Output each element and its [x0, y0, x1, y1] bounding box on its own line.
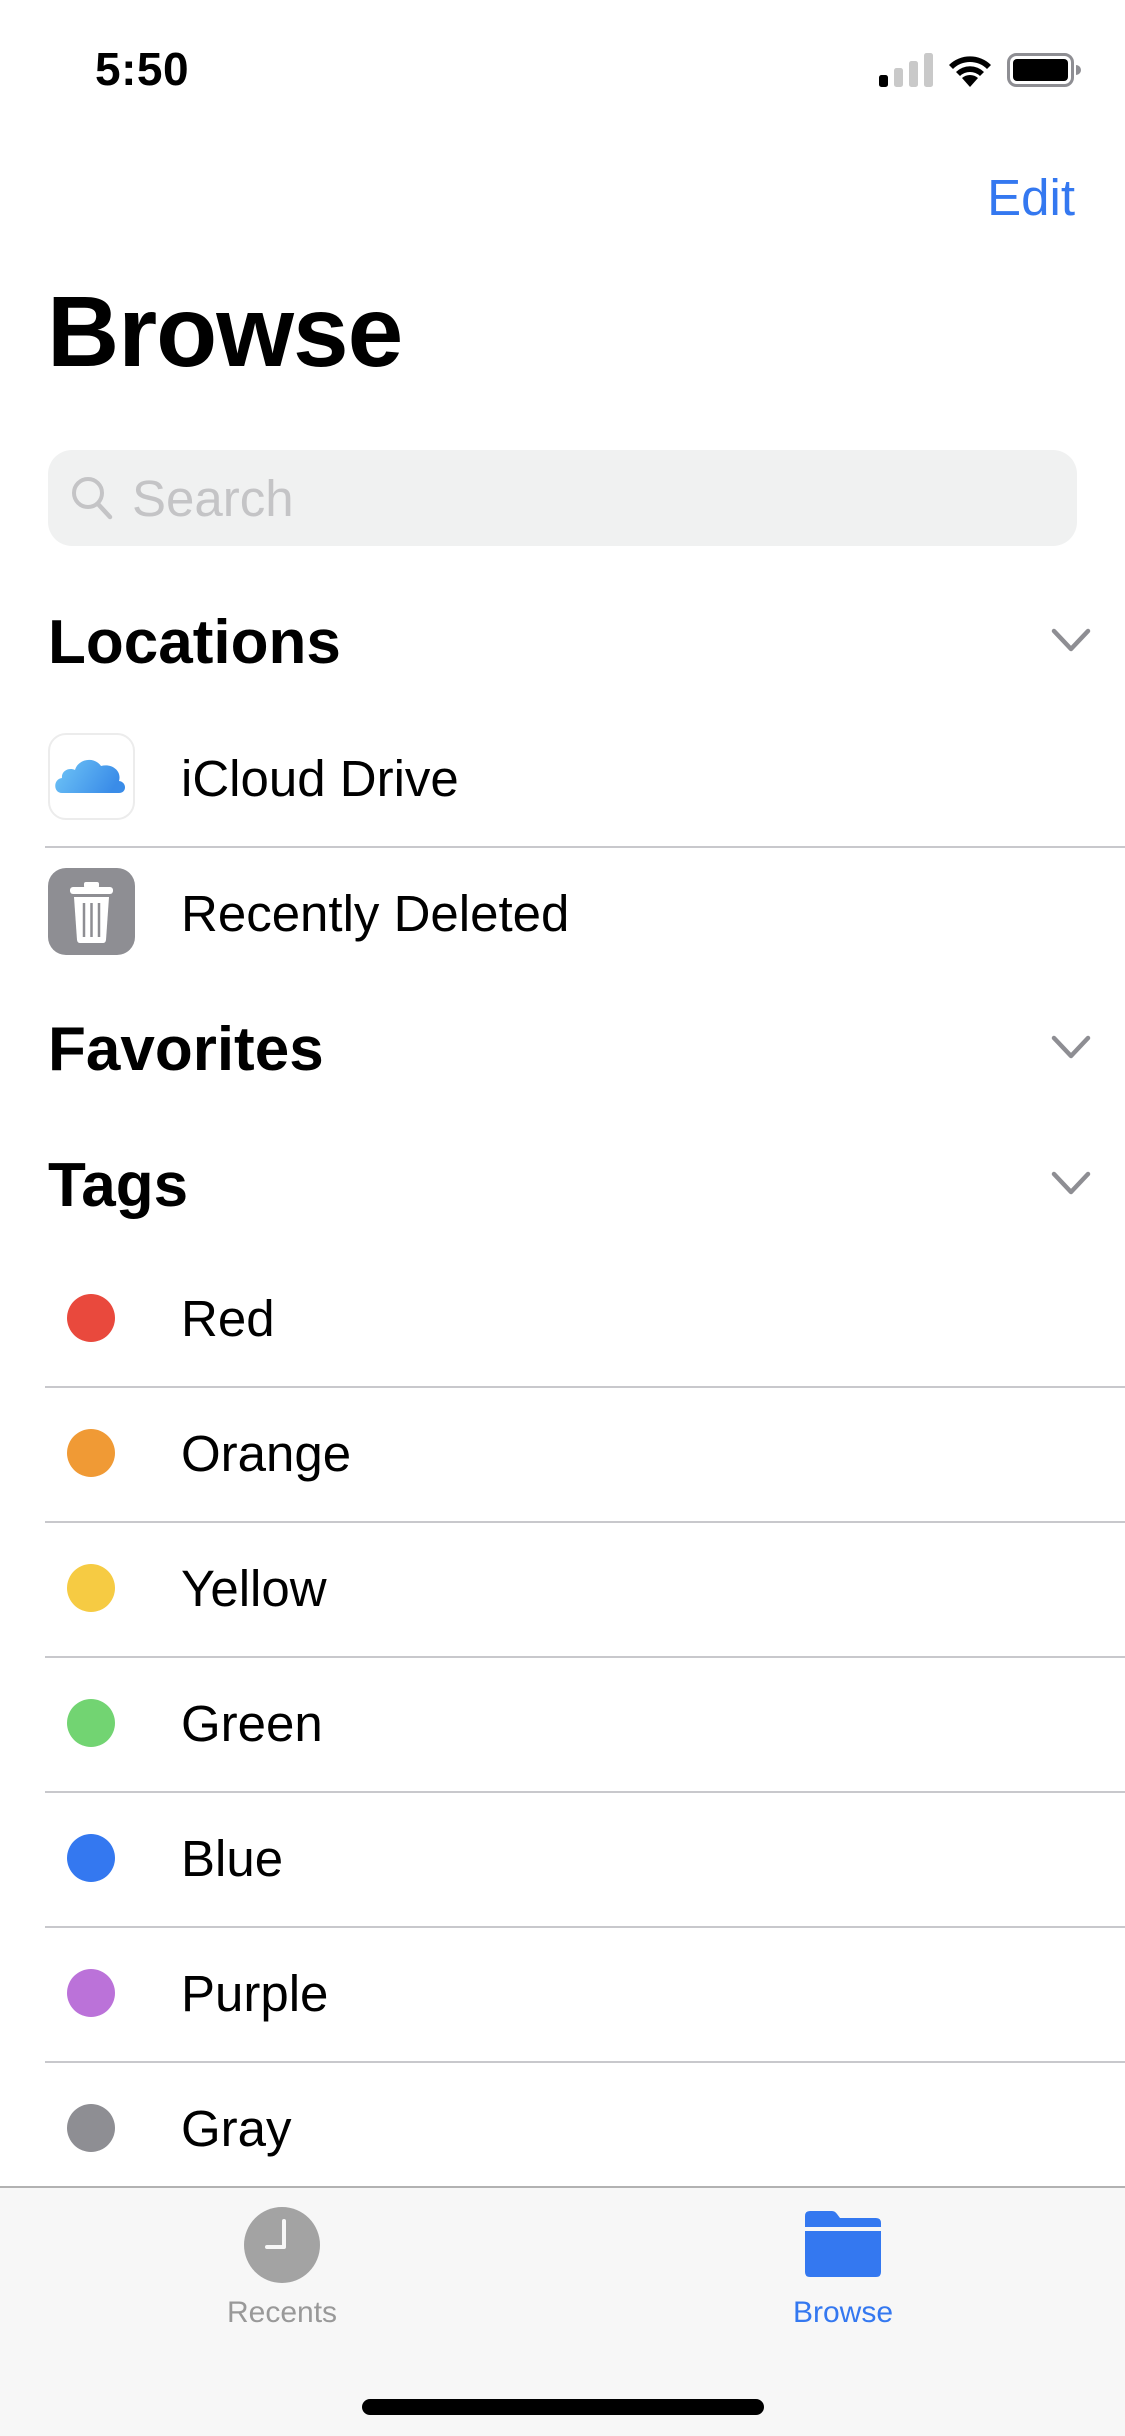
tag-color-dot	[67, 1429, 115, 1477]
tab-browse[interactable]: Browse	[693, 2188, 993, 2348]
tag-label: Blue	[181, 1830, 284, 1887]
tab-bar: Recents Browse	[0, 2186, 1125, 2436]
tab-label: Browse	[792, 2296, 894, 2329]
tag-item-red[interactable]: Red	[0, 1251, 1125, 1386]
folder-icon	[805, 2211, 881, 2277]
tag-color-dot	[67, 1294, 115, 1342]
tag-color-dot	[67, 2104, 115, 2152]
wifi-icon	[949, 56, 991, 87]
tag-label: Yellow	[181, 1560, 327, 1617]
section-header-favorites[interactable]: Favorites	[0, 995, 1125, 1105]
section-header-locations[interactable]: Locations	[0, 588, 1125, 698]
recently-deleted-tile	[48, 868, 135, 955]
section-title-locations: Locations	[48, 608, 341, 677]
tag-item-green[interactable]: Green	[0, 1656, 1125, 1791]
section-title-favorites: Favorites	[48, 1015, 324, 1084]
battery-icon	[1007, 53, 1081, 87]
search-input[interactable]	[132, 468, 1032, 528]
page-title: Browse	[47, 276, 403, 388]
tag-label: Red	[181, 1290, 275, 1347]
chevron-down-icon[interactable]	[1051, 1035, 1091, 1061]
status-icons	[879, 52, 1081, 88]
home-indicator[interactable]	[362, 2399, 764, 2415]
tab-recents[interactable]: Recents	[132, 2188, 432, 2348]
tag-color-dot	[67, 1699, 115, 1747]
location-item-recently-deleted[interactable]: Recently Deleted	[0, 846, 1125, 981]
section-header-tags[interactable]: Tags	[0, 1131, 1125, 1241]
section-title-tags: Tags	[48, 1151, 189, 1220]
chevron-down-icon[interactable]	[1051, 628, 1091, 654]
tag-label: Purple	[181, 1965, 329, 2022]
tag-color-dot	[67, 1564, 115, 1612]
trash-icon	[70, 882, 113, 943]
edit-button[interactable]: Edit	[987, 168, 1075, 227]
tag-label: Gray	[181, 2100, 292, 2157]
tag-item-yellow[interactable]: Yellow	[0, 1521, 1125, 1656]
tag-item-purple[interactable]: Purple	[0, 1926, 1125, 2061]
icloud-drive-tile	[48, 733, 135, 820]
location-item-icloud-drive[interactable]: iCloud Drive	[0, 711, 1125, 846]
tag-item-gray[interactable]: Gray	[0, 2061, 1125, 2196]
status-time: 5:50	[95, 43, 190, 95]
tag-color-dot	[67, 1969, 115, 2017]
cellular-signal-icon	[879, 53, 933, 87]
tag-label: Orange	[181, 1425, 352, 1482]
search-bar[interactable]	[48, 450, 1077, 546]
location-label: Recently Deleted	[181, 885, 570, 942]
tag-item-blue[interactable]: Blue	[0, 1791, 1125, 1926]
icloud-icon	[55, 759, 125, 793]
tag-item-orange[interactable]: Orange	[0, 1386, 1125, 1521]
chevron-down-icon[interactable]	[1051, 1171, 1091, 1197]
tab-label: Recents	[226, 2296, 338, 2329]
tag-label: Green	[181, 1695, 323, 1752]
search-icon	[72, 477, 113, 520]
tag-color-dot	[67, 1834, 115, 1882]
clock-icon	[244, 2207, 320, 2283]
location-label: iCloud Drive	[181, 750, 459, 807]
